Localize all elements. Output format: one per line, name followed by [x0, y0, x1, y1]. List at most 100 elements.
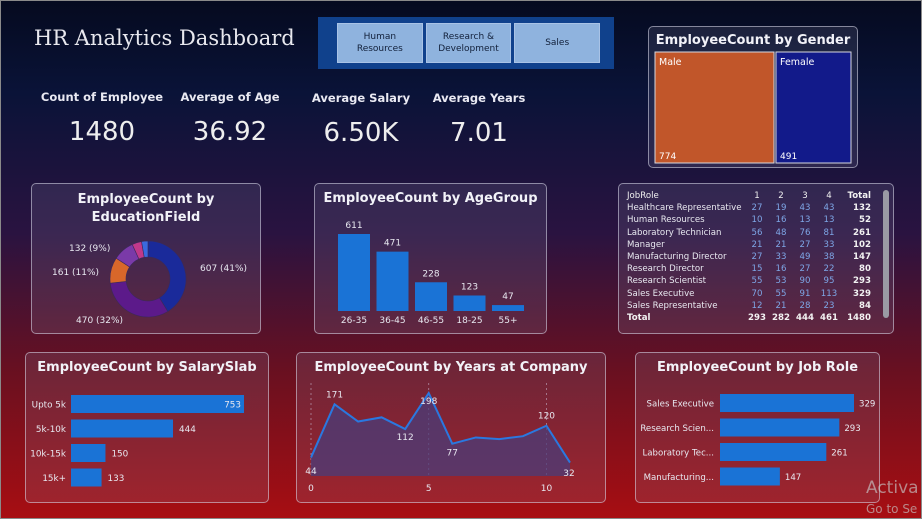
value-cell: 16	[775, 264, 787, 275]
value-cell: 91	[799, 288, 811, 299]
value-cell: 43	[823, 203, 835, 214]
gender-category-label: Female	[780, 57, 815, 68]
gender-category-label: Male	[659, 57, 682, 68]
value-cell: 282	[772, 313, 790, 324]
years-x-tick-label: 10	[541, 484, 553, 494]
total-cell: 84	[859, 300, 871, 311]
jobrole-category-label: Manufacturing...	[644, 473, 714, 483]
table-row: Laboratory Technician 56 48 76 81 261	[627, 227, 871, 239]
col-header-1[interactable]: 1	[745, 190, 769, 202]
donut-data-label: 470 (32%)	[76, 316, 123, 326]
jobrole-bar	[720, 443, 827, 461]
jobrole-cell: Laboratory Technician	[627, 227, 722, 238]
value-cell: 22	[823, 264, 835, 275]
years-value-label: 112	[397, 433, 414, 443]
salary-bar	[71, 444, 106, 462]
value-cell: 23	[823, 300, 835, 311]
jobrole-value-label: 293	[844, 424, 860, 434]
jobrole-cell: Sales Representative	[627, 300, 718, 311]
value-cell: 113	[820, 288, 838, 299]
salary-category-label: 15k+	[42, 474, 66, 484]
salary-category-label: 10k-15k	[30, 450, 67, 460]
agegroup-category-label: 26-35	[341, 316, 367, 326]
table-header-row: JobRole 1 2 3 4 Total	[627, 190, 871, 202]
years-value-label: 171	[326, 390, 343, 400]
gender-treemap: Male 774 Female 491	[654, 51, 852, 164]
donut-data-label: 607 (41%)	[200, 264, 247, 274]
value-cell: 27	[799, 264, 811, 275]
table-row: Human Resources 10 16 13 13 52	[627, 214, 871, 226]
value-cell: 53	[775, 276, 787, 287]
value-cell: 21	[775, 239, 787, 250]
education-card: EmployeeCount by EducationField 607 (41%…	[31, 183, 261, 334]
agegroup-category-label: 46-55	[418, 316, 444, 326]
slicer-sales[interactable]: Sales	[514, 23, 601, 63]
agegroup-bar	[492, 305, 524, 311]
value-cell: 33	[823, 239, 835, 250]
donut-slice	[109, 281, 169, 318]
agegroup-bar-chart: 611 26-35 471 36-45 228 46-55 123 18-25 47 55+	[338, 221, 524, 326]
kpi-years-value: 7.01	[450, 118, 508, 148]
value-cell: 27	[751, 203, 763, 214]
jobrole-bar-chart: Sales Executive 329 Research Scien... 293 La…	[640, 394, 875, 486]
jobrole-cell: Healthcare Representative	[627, 203, 742, 214]
years-area-fill	[311, 393, 570, 476]
years-area-chart: 44 171 112 198 77 120 32 0 5 10	[305, 383, 575, 494]
kpi-years-label: Average Years	[432, 91, 526, 105]
total-cell: 293	[853, 276, 871, 287]
years-value-label: 32	[563, 469, 574, 479]
jobrole-value-label: 261	[831, 449, 847, 459]
total-cell: 261	[853, 227, 871, 238]
years-x-tick-label: 5	[426, 484, 432, 494]
value-cell: 13	[823, 215, 835, 226]
col-header-jobrole[interactable]: JobRole	[627, 190, 745, 202]
kpi-salary-label: Average Salary	[311, 91, 411, 105]
col-header-4[interactable]: 4	[817, 190, 841, 202]
jobrole-cell: Sales Executive	[627, 288, 695, 299]
value-cell: 76	[799, 227, 811, 238]
salary-bar	[71, 419, 174, 438]
agegroup-value-label: 228	[422, 269, 439, 279]
gender-value-label: 491	[780, 152, 797, 162]
gender-tile-male	[654, 51, 775, 164]
value-cell: 27	[751, 252, 763, 263]
jobrole-cell: Manufacturing Director	[627, 252, 727, 263]
years-x-tick-label: 0	[308, 484, 314, 494]
table-row: Sales Executive 70 55 91 113 329	[627, 288, 871, 300]
slicer-research-development[interactable]: Research & Development	[425, 23, 512, 63]
value-cell: 56	[751, 227, 763, 238]
value-cell: 15	[751, 264, 763, 275]
department-slicer: Human Resources Research & Development S…	[318, 17, 614, 69]
jobrole-category-label: Research Scien...	[640, 424, 714, 434]
jobrole-bar	[720, 467, 780, 486]
jobrole-value-label: 329	[859, 400, 875, 410]
agegroup-card: EmployeeCount by AgeGroup 611 26-35 471 36-…	[314, 183, 547, 334]
slicer-human-resources[interactable]: Human Resources	[337, 23, 423, 63]
total-cell: 147	[853, 252, 871, 263]
kpi-count-label: Count of Employee	[40, 90, 164, 104]
value-cell: 19	[775, 203, 787, 214]
salary-category-label: Upto 5k	[32, 401, 67, 411]
salary-bar-chart: Upto 5k 753 5k-10k 444 10k-15k 150 15k+ 133	[30, 395, 244, 487]
table-scrollbar[interactable]	[883, 190, 889, 318]
col-header-3[interactable]: 3	[793, 190, 817, 202]
salary-value-label: 753	[224, 401, 241, 411]
col-header-total[interactable]: Total	[841, 190, 871, 202]
salary-bar	[71, 395, 244, 413]
donut-data-label: 161 (11%)	[52, 268, 99, 278]
value-cell: 27	[799, 239, 811, 250]
agegroup-bar	[453, 295, 486, 311]
kpi-count-value: 1480	[68, 117, 136, 147]
value-cell: 293	[748, 313, 766, 324]
value-cell: 81	[823, 227, 835, 238]
agegroup-value-label: 611	[345, 221, 362, 231]
value-cell: 12	[751, 300, 763, 311]
value-cell: 33	[775, 252, 787, 263]
value-cell: 43	[799, 203, 811, 214]
value-cell: 48	[775, 227, 787, 238]
total-cell: 329	[853, 288, 871, 299]
col-header-2[interactable]: 2	[769, 190, 793, 202]
agegroup-value-label: 47	[502, 292, 513, 302]
kpi-age-value: 36.92	[192, 117, 268, 147]
agegroup-bar	[376, 251, 409, 311]
